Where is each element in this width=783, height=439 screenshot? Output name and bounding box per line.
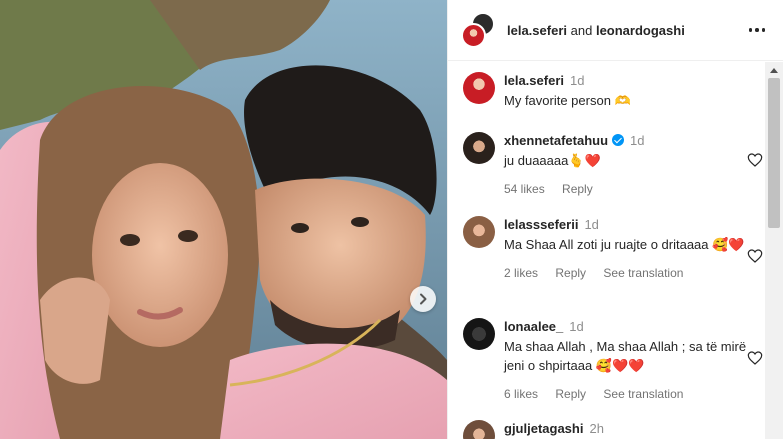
author-link-1[interactable]: lela.seferi [507, 23, 567, 38]
post-authors: lela.seferi and leonardogashi [507, 23, 745, 38]
comment-meta: 2 likes Reply See translation [504, 266, 763, 280]
avatar[interactable] [463, 132, 495, 164]
more-dot [755, 28, 759, 32]
heart-icon[interactable] [747, 248, 763, 264]
comment-text: My favorite person 🫶 [504, 93, 631, 108]
more-options-button[interactable] [745, 18, 769, 42]
comments-scrollbar[interactable] [765, 62, 783, 439]
comment-username[interactable]: lonaalee_ [504, 319, 563, 334]
comment-list[interactable]: lela.seferi 1d My favorite person 🫶 xhenn… [448, 62, 767, 439]
more-horizontal-icon [748, 28, 753, 32]
avatar[interactable] [463, 72, 495, 104]
comment-row: lelassseferii 1d Ma Shaa All zoti ju ruaj… [463, 216, 763, 280]
comment-body: lelassseferii 1d Ma Shaa All zoti ju ruaj… [504, 216, 763, 280]
comment-head: lela.seferi 1d [504, 72, 763, 90]
verified-badge-icon [612, 134, 625, 146]
comment-body: lela.seferi 1d My favorite person 🫶 [504, 72, 763, 110]
post-header: lela.seferi and leonardogashi [448, 0, 783, 61]
reply-button[interactable]: Reply [562, 182, 593, 196]
avatar[interactable] [463, 420, 495, 439]
comment-username[interactable]: xhennetafetahuu [504, 133, 608, 148]
more-dot [761, 28, 766, 32]
scroll-up-arrow-icon[interactable] [765, 62, 783, 78]
reply-button[interactable]: Reply [555, 387, 586, 401]
avatar-lela-seferi [461, 23, 486, 48]
caption-row: lela.seferi 1d My favorite person 🫶 [463, 72, 763, 110]
next-photo-button[interactable] [410, 286, 436, 312]
see-translation-link[interactable]: See translation [603, 266, 683, 280]
author-joiner: and [570, 22, 593, 38]
couple-photo [0, 0, 447, 439]
author-link-2[interactable]: leonardogashi [596, 23, 685, 38]
comment-head: lelassseferii 1d [504, 216, 763, 234]
comment-head: xhennetafetahuu 1d [504, 132, 763, 150]
likes-count[interactable]: 2 likes [504, 266, 538, 280]
avatar[interactable] [463, 318, 495, 350]
comment-username[interactable]: lela.seferi [504, 73, 564, 88]
comment-text: Ma Shaa All zoti ju ruajte o dritaaaa 🥰❤… [504, 237, 745, 252]
comment-username[interactable]: gjuljetagashi [504, 421, 583, 436]
comment-row: lonaalee_ 1d Ma shaa Allah , Ma shaa Alla… [463, 318, 763, 401]
comment-time: 1d [584, 217, 599, 232]
comment-username[interactable]: lelassseferii [504, 217, 578, 232]
collab-avatars[interactable] [461, 12, 497, 48]
post-photo[interactable] [0, 0, 447, 439]
comment-time: 1d [630, 133, 645, 148]
comment-head: lonaalee_ 1d [504, 318, 763, 336]
avatar[interactable] [463, 216, 495, 248]
comment-row: gjuljetagashi 2h [463, 420, 763, 439]
comment-time: 1d [570, 73, 585, 88]
comment-head: gjuljetagashi 2h [504, 420, 763, 438]
scrollbar-thumb[interactable] [768, 78, 780, 228]
comment-meta: 54 likes Reply [504, 182, 763, 196]
comment-text: ju duaaaaa🫰❤️ [504, 153, 601, 168]
comment-row: xhennetafetahuu 1d ju duaaaaa🫰❤️ 54 likes… [463, 132, 763, 196]
comment-body: lonaalee_ 1d Ma shaa Allah , Ma shaa Alla… [504, 318, 763, 401]
chevron-right-icon [420, 293, 427, 305]
see-translation-link[interactable]: See translation [603, 387, 683, 401]
post-viewer: lela.seferi and leonardogashi lela.sefer… [0, 0, 783, 439]
comment-time: 1d [569, 319, 584, 334]
heart-icon[interactable] [747, 350, 763, 366]
comment-time: 2h [589, 421, 604, 436]
comment-body: gjuljetagashi 2h [504, 420, 763, 439]
comments-panel: lela.seferi and leonardogashi lela.sefer… [447, 0, 783, 439]
likes-count[interactable]: 54 likes [504, 182, 545, 196]
comment-body: xhennetafetahuu 1d ju duaaaaa🫰❤️ 54 likes… [504, 132, 763, 196]
reply-button[interactable]: Reply [555, 266, 586, 280]
triangle-up-icon [770, 67, 778, 73]
likes-count[interactable]: 6 likes [504, 387, 538, 401]
comment-text: Ma shaa Allah , Ma shaa Allah ; sa të mi… [504, 339, 747, 373]
comment-meta: 6 likes Reply See translation [504, 387, 763, 401]
heart-icon[interactable] [747, 152, 763, 168]
